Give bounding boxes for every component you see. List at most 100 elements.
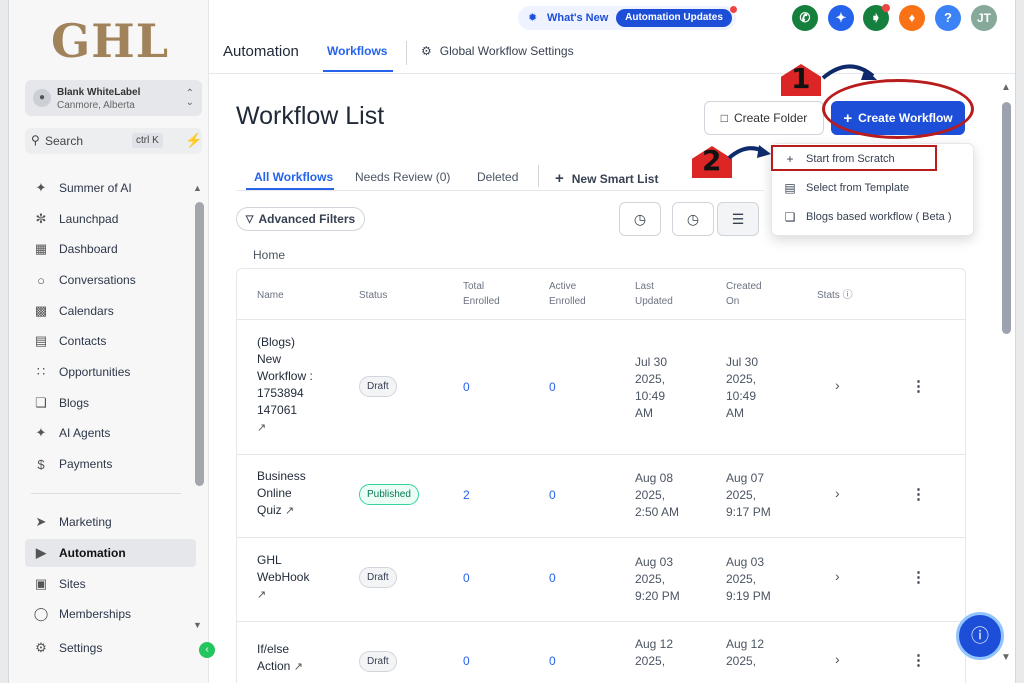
list-view-button[interactable]: ☰	[717, 202, 759, 236]
name-line: If/else	[257, 642, 290, 656]
total-enrolled[interactable]: 0	[463, 379, 470, 396]
date-line: 2025,	[726, 488, 757, 502]
sidebar-scroll-down-icon[interactable]: ▼	[193, 620, 202, 630]
account-switcher[interactable]: ● Blank WhiteLabel Canmore, Alberta ⌃ ⌄	[25, 80, 202, 116]
bell-icon[interactable]: ♦	[899, 5, 925, 31]
external-link-icon[interactable]: ↗	[257, 589, 266, 601]
chevron-right-icon[interactable]: ›	[835, 485, 840, 501]
chevron-right-icon[interactable]: ›	[835, 568, 840, 584]
page-scrollbar[interactable]: ▲ ▼	[997, 80, 1015, 670]
chevron-right-icon[interactable]: ›	[835, 651, 840, 667]
date-line: Aug 03	[635, 555, 674, 569]
automation-updates-pill[interactable]: Automation Updates	[616, 9, 732, 27]
support-chat-button[interactable]: ⓘ	[956, 612, 1004, 660]
advanced-filters-button[interactable]: ▽ Advanced Filters	[236, 207, 365, 231]
tab-needs-review[interactable]: Needs Review (0)	[355, 170, 450, 184]
external-link-icon[interactable]: ↗	[285, 505, 294, 517]
brand-logo[interactable]: GHL	[51, 14, 169, 68]
workflow-name[interactable]: (Blogs) New Workflow : 1753894 147061 ↗	[257, 334, 337, 437]
play-icon: ▶	[36, 545, 46, 560]
scrollbar-thumb[interactable]	[1002, 102, 1011, 334]
more-options-icon[interactable]: ⋮	[911, 377, 926, 395]
tab-deleted[interactable]: Deleted	[477, 170, 518, 184]
sidebar-item-dashboard[interactable]: ▦ Dashboard	[25, 235, 196, 263]
active-enrolled[interactable]: 0	[549, 570, 556, 587]
account-location: Canmore, Alberta	[57, 100, 135, 111]
breadcrumb-home[interactable]: Home	[253, 248, 285, 262]
more-options-icon[interactable]: ⋮	[911, 651, 926, 669]
account-avatar-icon: ●	[33, 89, 51, 107]
sidebar-item-marketing[interactable]: ➤ Marketing	[25, 508, 196, 536]
date-line: Jul 30	[635, 355, 668, 369]
top-bar: ✹ What's New Automation Updates ✆ ✦ ➧ ♦ …	[209, 0, 1015, 74]
active-enrolled[interactable]: 0	[549, 653, 556, 670]
date-line: 10:49	[635, 389, 666, 403]
workflow-name[interactable]: GHL WebHook ↗	[257, 552, 337, 604]
user-avatar[interactable]: JT	[971, 5, 997, 31]
sidebar-item-contacts[interactable]: ▤ Contacts	[25, 327, 196, 355]
name-line: Business	[257, 469, 306, 483]
sidebar-item-sites[interactable]: ▣ Sites	[25, 570, 196, 598]
megaphone-icon[interactable]: ➧	[863, 4, 890, 31]
header-line: Active	[549, 281, 577, 292]
name-line: Quiz	[257, 503, 282, 517]
workflow-name[interactable]: Business Online Quiz ↗	[257, 468, 337, 520]
magic-icon[interactable]: ✦	[828, 5, 854, 31]
chevron-right-icon[interactable]: ›	[835, 377, 840, 393]
sidebar-item-summer-of-ai[interactable]: ✦ Summer of AI	[25, 174, 196, 202]
sidebar-item-memberships[interactable]: ◯ Memberships	[25, 600, 196, 628]
name-line: (Blogs)	[257, 335, 296, 349]
tab-global-workflow-settings[interactable]: ⚙ Global Workflow Settings	[421, 44, 574, 58]
sidebar-item-launchpad[interactable]: ✼ Launchpad	[25, 205, 196, 233]
sidebar-item-conversations[interactable]: ○ Conversations	[25, 266, 196, 294]
last-updated: Jul 30 2025, 10:49 AM	[635, 354, 705, 422]
sidebar-item-calendars[interactable]: ▩ Calendars	[25, 297, 196, 325]
workflow-name[interactable]: If/else Action ↗	[257, 641, 337, 676]
tab-workflows[interactable]: Workflows	[327, 44, 387, 58]
new-smart-list-button[interactable]: + New Smart List	[555, 170, 658, 187]
active-enrolled[interactable]: 0	[549, 487, 556, 504]
sidebar-item-settings[interactable]: ⚙ Settings	[25, 634, 196, 662]
quick-action-bolt-icon[interactable]: ⚡	[185, 132, 202, 149]
more-options-icon[interactable]: ⋮	[911, 485, 926, 503]
sidebar-item-automation[interactable]: ▶ Automation	[25, 539, 196, 567]
date-line: 2025,	[635, 372, 666, 386]
scroll-up-icon[interactable]: ▲	[1001, 82, 1011, 93]
search-label: Search	[45, 134, 84, 148]
external-link-icon[interactable]: ↗	[294, 661, 303, 673]
more-options-icon[interactable]: ⋮	[911, 568, 926, 586]
total-enrolled[interactable]: 0	[463, 570, 470, 587]
sidebar-item-opportunities[interactable]: ∷ Opportunities	[25, 358, 196, 386]
last-updated: Aug 12 2025,	[635, 636, 705, 670]
total-enrolled[interactable]: 0	[463, 653, 470, 670]
scroll-down-icon[interactable]: ▼	[1001, 652, 1011, 663]
whats-new-banner[interactable]: ✹ What's New Automation Updates	[518, 6, 737, 30]
phone-icon[interactable]: ✆	[792, 5, 818, 31]
menu-item-select-from-template[interactable]: ▤ Select from Template	[772, 176, 975, 200]
created-on: Jul 30 2025, 10:49 AM	[726, 354, 796, 422]
name-line: GHL	[257, 553, 282, 567]
date-line: Aug 08	[635, 471, 674, 485]
clock-view-button[interactable]: ◷	[672, 202, 714, 236]
sidebar-search[interactable]: ⚲ Search ctrl K ⚡	[25, 128, 202, 154]
workflow-table: Name Status Total Enrolled Active Enrolled…	[236, 268, 966, 683]
app-window: GHL ● Blank WhiteLabel Canmore, Alberta …	[8, 0, 1016, 683]
menu-item-blogs-based-workflow[interactable]: ❏ Blogs based workflow ( Beta )	[772, 205, 975, 229]
sidebar-item-ai-agents[interactable]: ✦ AI Agents	[25, 419, 196, 447]
name-line: Online	[257, 486, 292, 500]
total-enrolled[interactable]: 2	[463, 487, 470, 504]
contacts-icon: ▤	[34, 333, 48, 348]
sidebar-scrollbar[interactable]	[195, 202, 204, 486]
active-enrolled[interactable]: 0	[549, 379, 556, 396]
external-link-icon[interactable]: ↗	[257, 422, 266, 434]
row-divider	[237, 454, 965, 455]
create-folder-button[interactable]: □ Create Folder	[704, 101, 824, 135]
notification-dot	[730, 6, 737, 13]
history-button[interactable]: ◷	[619, 202, 661, 236]
sidebar-item-blogs[interactable]: ❏ Blogs	[25, 389, 196, 417]
gear-icon: ⚙	[421, 44, 432, 58]
date-line: 9:17 PM	[726, 505, 771, 519]
help-icon[interactable]: ?	[935, 5, 961, 31]
tab-all-workflows[interactable]: All Workflows	[254, 170, 333, 184]
sidebar-item-payments[interactable]: $ Payments	[25, 450, 196, 478]
